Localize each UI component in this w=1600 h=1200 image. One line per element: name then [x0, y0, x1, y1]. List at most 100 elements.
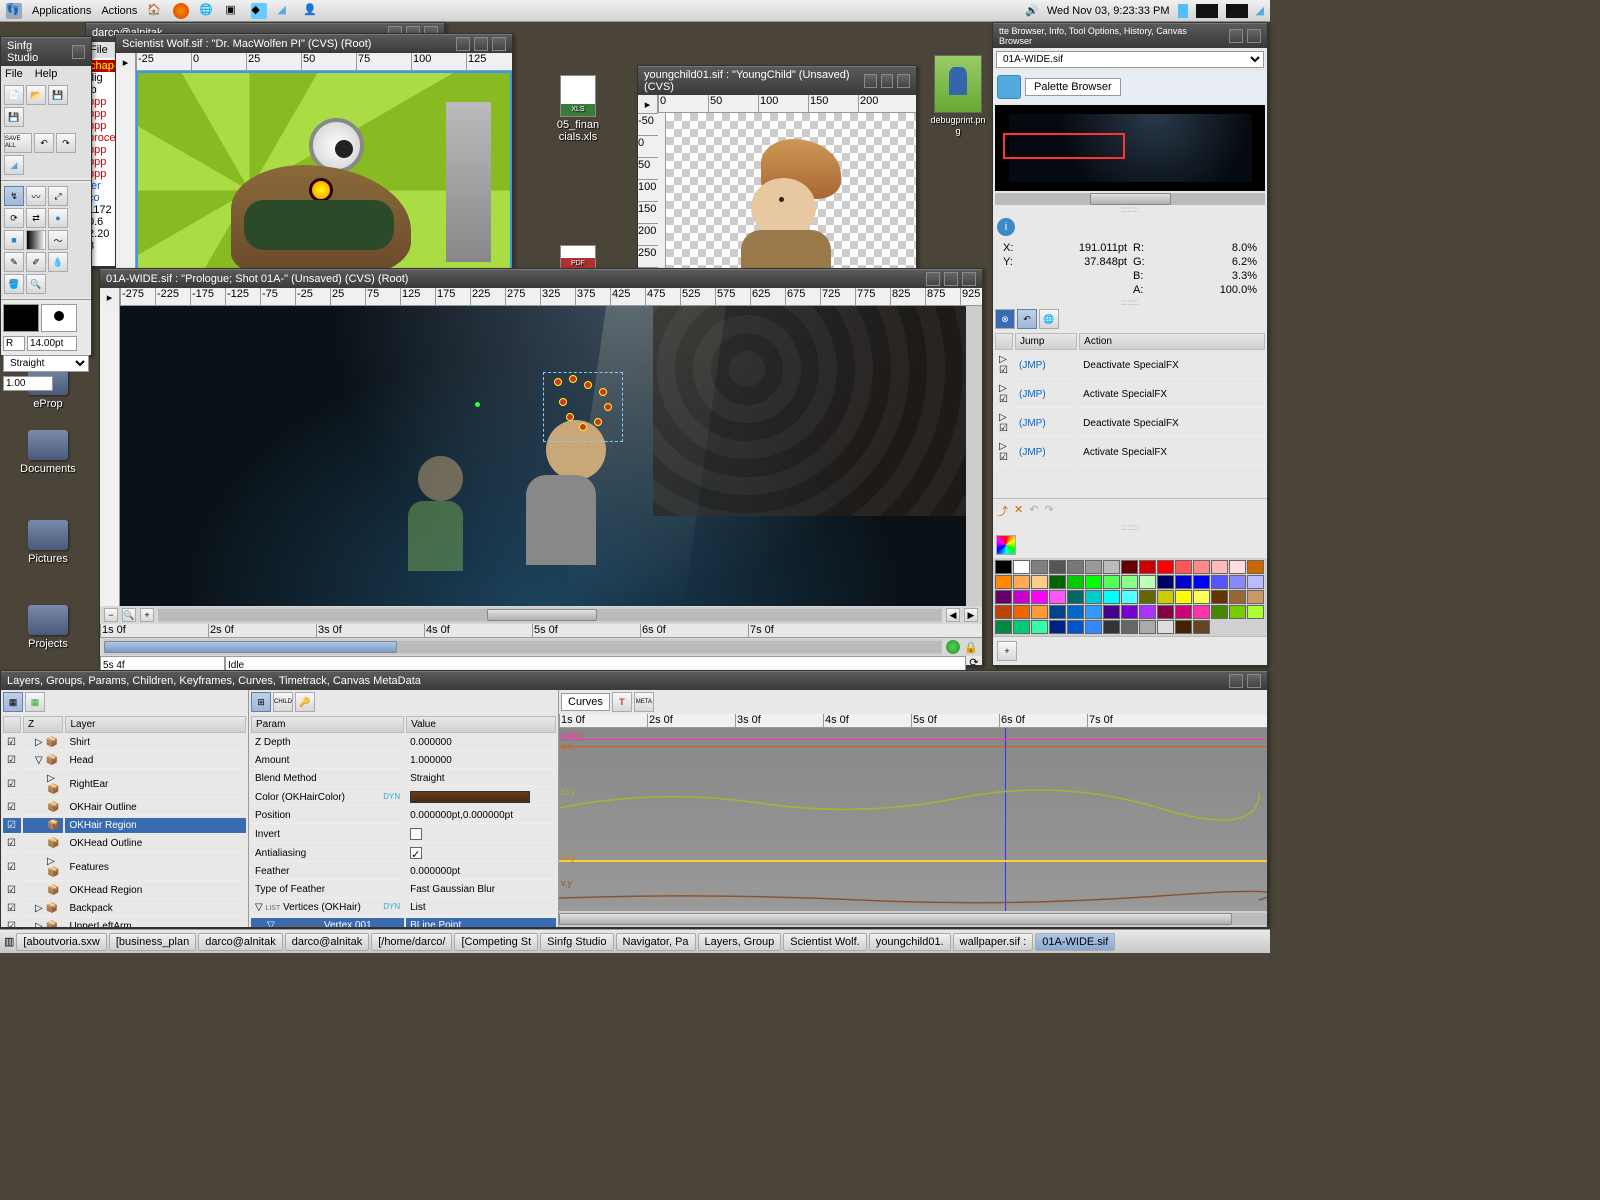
palette-swatch[interactable]: [1193, 575, 1210, 589]
palette-swatch[interactable]: [1229, 605, 1246, 619]
palette-browser-icon[interactable]: [997, 75, 1021, 99]
zoom-fit-icon[interactable]: 🔍: [122, 608, 136, 622]
layer-row[interactable]: ☑▽ 📦Head: [3, 753, 246, 769]
taskbar-item[interactable]: youngchild01.: [869, 933, 951, 951]
canvas-select[interactable]: 01A-WIDE.sif: [996, 51, 1264, 68]
desktop-folder-pictures[interactable]: Pictures: [18, 520, 78, 565]
palette-swatch[interactable]: [1121, 590, 1138, 604]
palette-swatch[interactable]: [1067, 575, 1084, 589]
palette-swatch[interactable]: [1139, 590, 1156, 604]
param-row[interactable]: Z Depth0.000000: [251, 735, 556, 751]
globe-icon[interactable]: 🌐: [199, 3, 215, 19]
bg-color-swatch[interactable]: [41, 304, 77, 332]
history-tab-1[interactable]: ⊗: [995, 309, 1015, 329]
show-desktop-icon[interactable]: ▥: [4, 935, 14, 948]
param-row[interactable]: Position0.000000pt,0.000000pt: [251, 808, 556, 824]
palette-swatch[interactable]: [1103, 590, 1120, 604]
minimize-icon[interactable]: [1229, 674, 1243, 688]
menu-file[interactable]: File: [5, 68, 23, 80]
sketch-tool-icon[interactable]: ✐: [26, 252, 46, 272]
step-right-icon[interactable]: ▶: [964, 608, 978, 622]
gnome-foot-icon[interactable]: 👣: [6, 3, 22, 19]
fill-tool-icon[interactable]: 🪣: [4, 274, 24, 294]
palette-swatch[interactable]: [1157, 590, 1174, 604]
palette-swatch[interactable]: [1031, 590, 1048, 604]
canvas-caret-icon[interactable]: ▸: [100, 288, 120, 306]
palette-swatch[interactable]: [1085, 560, 1102, 574]
navigator-view[interactable]: [995, 105, 1265, 191]
palette-swatch[interactable]: [1013, 605, 1030, 619]
user-icon[interactable]: 👤: [303, 3, 319, 19]
palette-swatch[interactable]: [1157, 560, 1174, 574]
palette-swatch[interactable]: [1103, 620, 1120, 634]
palette-swatch[interactable]: [995, 590, 1012, 604]
layer-row[interactable]: ☑▷ 📦RightEar: [3, 771, 246, 798]
palette-swatch[interactable]: [1139, 605, 1156, 619]
minimize-icon[interactable]: [926, 272, 940, 286]
palette-swatch[interactable]: [1031, 575, 1048, 589]
wolf-canvas[interactable]: [136, 71, 512, 271]
close-icon[interactable]: [492, 37, 506, 51]
col-param[interactable]: Param: [251, 716, 404, 733]
maximize-icon[interactable]: [944, 272, 958, 286]
clear-undo-icon[interactable]: ✕: [1014, 503, 1023, 519]
curves-scroll[interactable]: [559, 913, 1267, 925]
taskbar-item[interactable]: Scientist Wolf.: [783, 933, 867, 951]
palette-swatch[interactable]: [1013, 590, 1030, 604]
save-button[interactable]: 💾: [48, 85, 68, 105]
curves-canvas[interactable]: width v.x t2.y t1.y v.y: [559, 728, 1267, 911]
palette-swatch[interactable]: [1175, 590, 1192, 604]
scale-tool-icon[interactable]: ⤢: [48, 186, 68, 206]
layers-tab-icon[interactable]: ▦: [3, 692, 23, 712]
navigator-zoom-slider[interactable]: [995, 193, 1265, 205]
step-left-icon[interactable]: ◀: [946, 608, 960, 622]
palette-swatch[interactable]: [1031, 620, 1048, 634]
layer-row[interactable]: ☑ 📦OKHair Outline: [3, 800, 246, 816]
palette-swatch[interactable]: [1175, 605, 1192, 619]
palette-swatch[interactable]: [1013, 620, 1030, 634]
param-row[interactable]: ▽ BLINE POINT Vertex 001BLine Point: [251, 918, 556, 927]
col-value[interactable]: Value: [406, 716, 556, 733]
palette-swatch[interactable]: [995, 620, 1012, 634]
taskbar-item[interactable]: [business_plan: [109, 933, 196, 951]
history-tab-3[interactable]: 🌐: [1039, 309, 1059, 329]
taskbar-item[interactable]: darco@alnitak: [285, 933, 369, 951]
palette-swatch[interactable]: [995, 605, 1012, 619]
history-row[interactable]: ▷ ☑(JMP)Activate SpecialFX: [995, 381, 1265, 408]
palette-swatch[interactable]: [1049, 575, 1066, 589]
palette-swatch[interactable]: [1085, 590, 1102, 604]
rect-tool-icon[interactable]: ■: [4, 230, 24, 250]
blend-select[interactable]: Straight: [3, 355, 89, 372]
add-color-icon[interactable]: +: [997, 641, 1017, 661]
palette-swatch[interactable]: [1211, 605, 1228, 619]
new-button[interactable]: 📄: [4, 85, 24, 105]
saveas-button[interactable]: 💾: [4, 107, 24, 127]
wolf-titlebar[interactable]: Scientist Wolf.sif : "Dr. MacWolfen PI" …: [116, 34, 512, 53]
menu-file[interactable]: File: [90, 44, 108, 56]
palette-swatch[interactable]: [1193, 590, 1210, 604]
param-row[interactable]: Antialiasing✓: [251, 845, 556, 862]
taskbar-item[interactable]: [Competing St: [454, 933, 538, 951]
palette-swatch[interactable]: [1049, 605, 1066, 619]
palette-swatch[interactable]: [1193, 605, 1210, 619]
param-row[interactable]: Type of FeatherFast Gaussian Blur: [251, 882, 556, 898]
palette-swatch[interactable]: [1247, 560, 1264, 574]
params-tab-icon[interactable]: ⊞: [251, 692, 271, 712]
smooth-move-tool-icon[interactable]: 〰: [26, 186, 46, 206]
palette-swatch[interactable]: [1139, 620, 1156, 634]
scrollbar-horizontal[interactable]: [158, 609, 942, 621]
taskbar-item[interactable]: darco@alnitak: [198, 933, 282, 951]
param-row[interactable]: Invert: [251, 826, 556, 843]
palette-swatch[interactable]: [1157, 575, 1174, 589]
transform-tool-icon[interactable]: ↯: [4, 186, 24, 206]
palette-swatch[interactable]: [1229, 560, 1246, 574]
timeline-scrollbar[interactable]: [104, 641, 942, 653]
keyframes-tab-icon[interactable]: 🔑: [295, 692, 315, 712]
param-row[interactable]: Feather0.000000pt: [251, 864, 556, 880]
bottom-titlebar[interactable]: Layers, Groups, Params, Children, Keyfra…: [1, 671, 1267, 690]
desktop-folder-documents[interactable]: Documents: [18, 430, 78, 475]
circle-tool-icon[interactable]: ●: [48, 208, 68, 228]
palette-swatch[interactable]: [995, 560, 1012, 574]
eyedrop-tool-icon[interactable]: 💧: [48, 252, 68, 272]
saveall-button[interactable]: SAVE ALL: [4, 133, 32, 153]
